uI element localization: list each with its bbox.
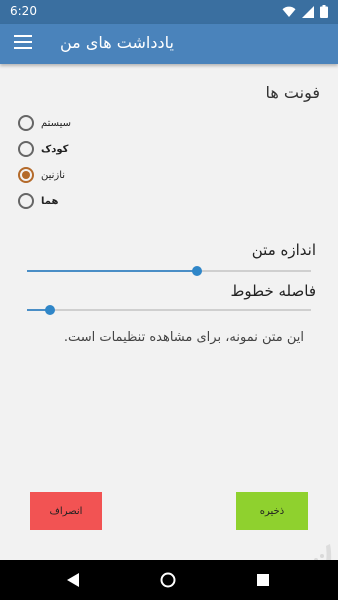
status-time: 6:20: [10, 4, 37, 18]
slider-thumb[interactable]: [192, 266, 203, 276]
menu-icon[interactable]: [14, 35, 32, 53]
font-option-homa[interactable]: هما: [18, 191, 58, 211]
wifi-icon: [282, 6, 296, 17]
line-spacing-slider[interactable]: [27, 302, 311, 318]
battery-icon: [320, 5, 328, 18]
save-button[interactable]: ذخیره: [236, 492, 308, 530]
radio-button-selected[interactable]: [18, 167, 34, 183]
fonts-section-title: فونت ها: [265, 83, 320, 102]
status-icons: [282, 5, 328, 18]
font-option-label: کودک: [41, 143, 69, 155]
app-bar: یادداشت های من: [0, 24, 338, 64]
font-option-nazanin[interactable]: نازنین: [18, 165, 65, 185]
slider-fill: [27, 270, 198, 272]
recent-apps-icon[interactable]: [256, 573, 270, 587]
font-option-system[interactable]: سیستم: [18, 113, 71, 133]
font-option-label: نازنین: [41, 169, 66, 181]
back-icon[interactable]: [66, 572, 80, 588]
line-spacing-label: فاصله خطوط: [230, 282, 316, 300]
slider-thumb[interactable]: [44, 305, 55, 315]
text-size-slider[interactable]: [27, 263, 311, 279]
cancel-button[interactable]: انصراف: [30, 492, 102, 530]
radio-button[interactable]: [18, 193, 34, 209]
font-option-label: هما: [41, 195, 59, 207]
text-size-label: اندازه متن: [251, 241, 316, 259]
signal-icon: [302, 5, 314, 18]
sample-text: این متن نمونه، برای مشاهده تنظیمات است.: [63, 330, 304, 345]
app-title: یادداشت های من: [60, 33, 174, 52]
radio-button[interactable]: [18, 141, 34, 157]
font-option-label: سیستم: [41, 117, 71, 129]
slider-track: [27, 309, 311, 311]
radio-button[interactable]: [18, 115, 34, 131]
font-option-koodak[interactable]: کودک: [18, 139, 68, 159]
navigation-bar: [0, 560, 338, 600]
status-bar: 6:20: [0, 0, 338, 24]
home-icon[interactable]: [160, 572, 176, 588]
